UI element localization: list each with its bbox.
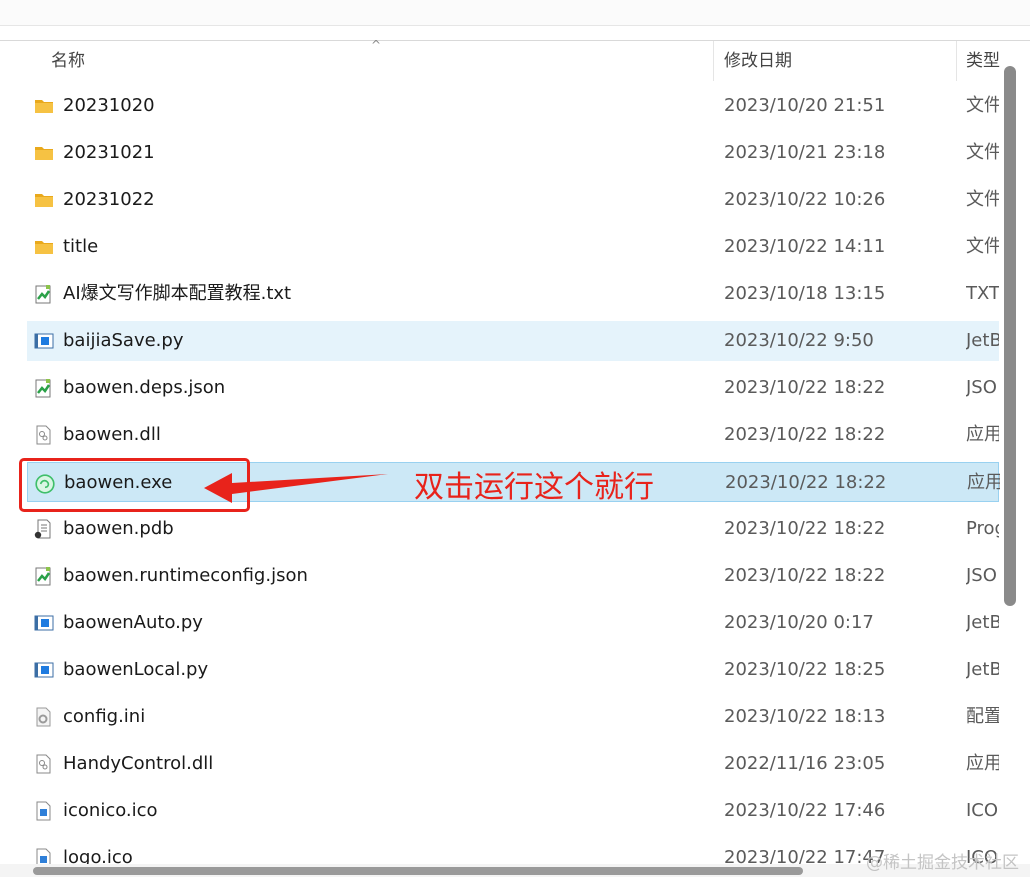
- file-name: baowen.deps.json: [63, 377, 226, 398]
- file-date: 2023/10/22 14:11: [724, 236, 886, 257]
- file-row[interactable]: baijiaSave.py 2023/10/22 9:50 JetB: [27, 321, 999, 361]
- file-name: iconico.ico: [63, 800, 158, 821]
- file-row[interactable]: iconico.ico 2023/10/22 17:46 ICO: [27, 791, 999, 831]
- python-file-icon: [33, 331, 54, 351]
- file-type: Prog: [966, 518, 999, 539]
- file-date: 2023/10/22 10:26: [724, 189, 886, 210]
- pdb-file-icon: [33, 519, 53, 539]
- toolbar-strip: [0, 0, 1030, 26]
- file-type: JSO: [966, 377, 997, 398]
- file-name: 20231021: [63, 142, 155, 163]
- highlight-box: [19, 458, 250, 512]
- sort-ascending-icon[interactable]: ^: [371, 39, 381, 51]
- file-date: 2023/10/22 18:22: [724, 518, 886, 539]
- python-file-icon: [33, 660, 54, 680]
- column-header-type[interactable]: 类型: [966, 41, 1000, 81]
- file-date: 2023/10/22 9:50: [724, 330, 874, 351]
- file-name: baowen.runtimeconfig.json: [63, 565, 308, 586]
- file-row[interactable]: baowen.pdb 2023/10/22 18:22 Prog: [27, 509, 999, 549]
- file-type: 文件: [966, 142, 999, 163]
- file-row[interactable]: AI爆文写作脚本配置教程.txt 2023/10/18 13:15 TXT: [27, 274, 999, 314]
- ini-file-icon: [33, 707, 53, 727]
- folder-icon: [33, 143, 53, 163]
- file-date: 2023/10/22 18:22: [724, 565, 886, 586]
- folder-icon: [33, 96, 53, 116]
- file-type: JetB: [966, 330, 999, 351]
- file-name: baowenAuto.py: [63, 612, 203, 633]
- file-row[interactable]: HandyControl.dll 2022/11/16 23:05 应用: [27, 744, 999, 784]
- json-file-icon: [33, 378, 53, 398]
- json-file-icon: [33, 566, 53, 586]
- file-date: 2023/10/18 13:15: [724, 283, 886, 304]
- file-row[interactable]: title 2023/10/22 14:11 文件: [27, 227, 999, 267]
- file-row[interactable]: 20231020 2023/10/20 21:51 文件: [27, 86, 999, 126]
- file-name: title: [63, 236, 99, 257]
- watermark: @稀土掘金技术社区: [866, 853, 1019, 873]
- file-name: baijiaSave.py: [63, 330, 184, 351]
- column-divider[interactable]: [713, 41, 714, 81]
- file-row[interactable]: baowen.runtimeconfig.json 2023/10/22 18:2…: [27, 556, 999, 596]
- file-row[interactable]: 20231021 2023/10/21 23:18 文件: [27, 133, 999, 173]
- file-date: 2023/10/22 17:46: [724, 800, 886, 821]
- horizontal-scrollbar-thumb[interactable]: [33, 867, 803, 875]
- file-row[interactable]: baowenAuto.py 2023/10/20 0:17 JetB: [27, 603, 999, 643]
- file-type: JetB: [966, 659, 999, 680]
- column-divider[interactable]: [956, 41, 957, 81]
- file-row[interactable]: baowenLocal.py 2023/10/22 18:25 JetB: [27, 650, 999, 690]
- file-date: 2023/10/22 18:22: [725, 472, 887, 493]
- file-date: 2023/10/22 18:25: [724, 659, 886, 680]
- file-type: 应用: [966, 753, 999, 774]
- file-name: baowen.dll: [63, 424, 161, 445]
- column-header-date[interactable]: 修改日期: [724, 41, 792, 81]
- file-type: 文件: [966, 189, 999, 210]
- file-type: 应用: [966, 424, 999, 445]
- file-name: 20231020: [63, 95, 155, 116]
- ico-file-icon: [33, 801, 53, 821]
- file-row[interactable]: baowen.deps.json 2023/10/22 18:22 JSO: [27, 368, 999, 408]
- file-type: 应用: [967, 472, 1000, 493]
- dll-file-icon: [33, 754, 53, 774]
- file-type: 文件: [966, 95, 999, 116]
- text-file-icon: [33, 284, 53, 304]
- file-row[interactable]: baowen.dll 2023/10/22 18:22 应用: [27, 415, 999, 455]
- file-row[interactable]: 20231022 2023/10/22 10:26 文件: [27, 180, 999, 220]
- file-name: baowen.pdb: [63, 518, 174, 539]
- file-date: 2023/10/20 0:17: [724, 612, 874, 633]
- folder-icon: [33, 190, 53, 210]
- dll-file-icon: [33, 425, 53, 445]
- file-date: 2023/10/22 18:22: [724, 424, 886, 445]
- folder-icon: [33, 237, 53, 257]
- file-date: 2023/10/22 18:13: [724, 706, 886, 727]
- column-header-bar: ^ 名称 修改日期 类型: [0, 39, 1030, 81]
- annotation-text: 双击运行这个就行: [414, 470, 654, 505]
- file-type: TXT: [966, 283, 999, 304]
- file-name: config.ini: [63, 706, 146, 727]
- file-type: JetB: [966, 612, 999, 633]
- file-type: 配置: [966, 706, 999, 727]
- file-date: 2023/10/20 21:51: [724, 95, 886, 116]
- file-date: 2023/10/22 18:22: [724, 377, 886, 398]
- file-row[interactable]: config.ini 2023/10/22 18:13 配置: [27, 697, 999, 737]
- file-name: baowenLocal.py: [63, 659, 209, 680]
- file-name: HandyControl.dll: [63, 753, 214, 774]
- column-header-name[interactable]: 名称: [51, 41, 85, 81]
- file-type: 文件: [966, 236, 999, 257]
- python-file-icon: [33, 613, 54, 633]
- file-date: 2023/10/21 23:18: [724, 142, 886, 163]
- vertical-scrollbar[interactable]: [1004, 66, 1016, 606]
- file-type: ICO: [966, 800, 999, 821]
- file-type: JSO: [966, 565, 997, 586]
- file-name: AI爆文写作脚本配置教程.txt: [63, 283, 292, 304]
- file-date: 2022/11/16 23:05: [724, 753, 886, 774]
- file-name: 20231022: [63, 189, 155, 210]
